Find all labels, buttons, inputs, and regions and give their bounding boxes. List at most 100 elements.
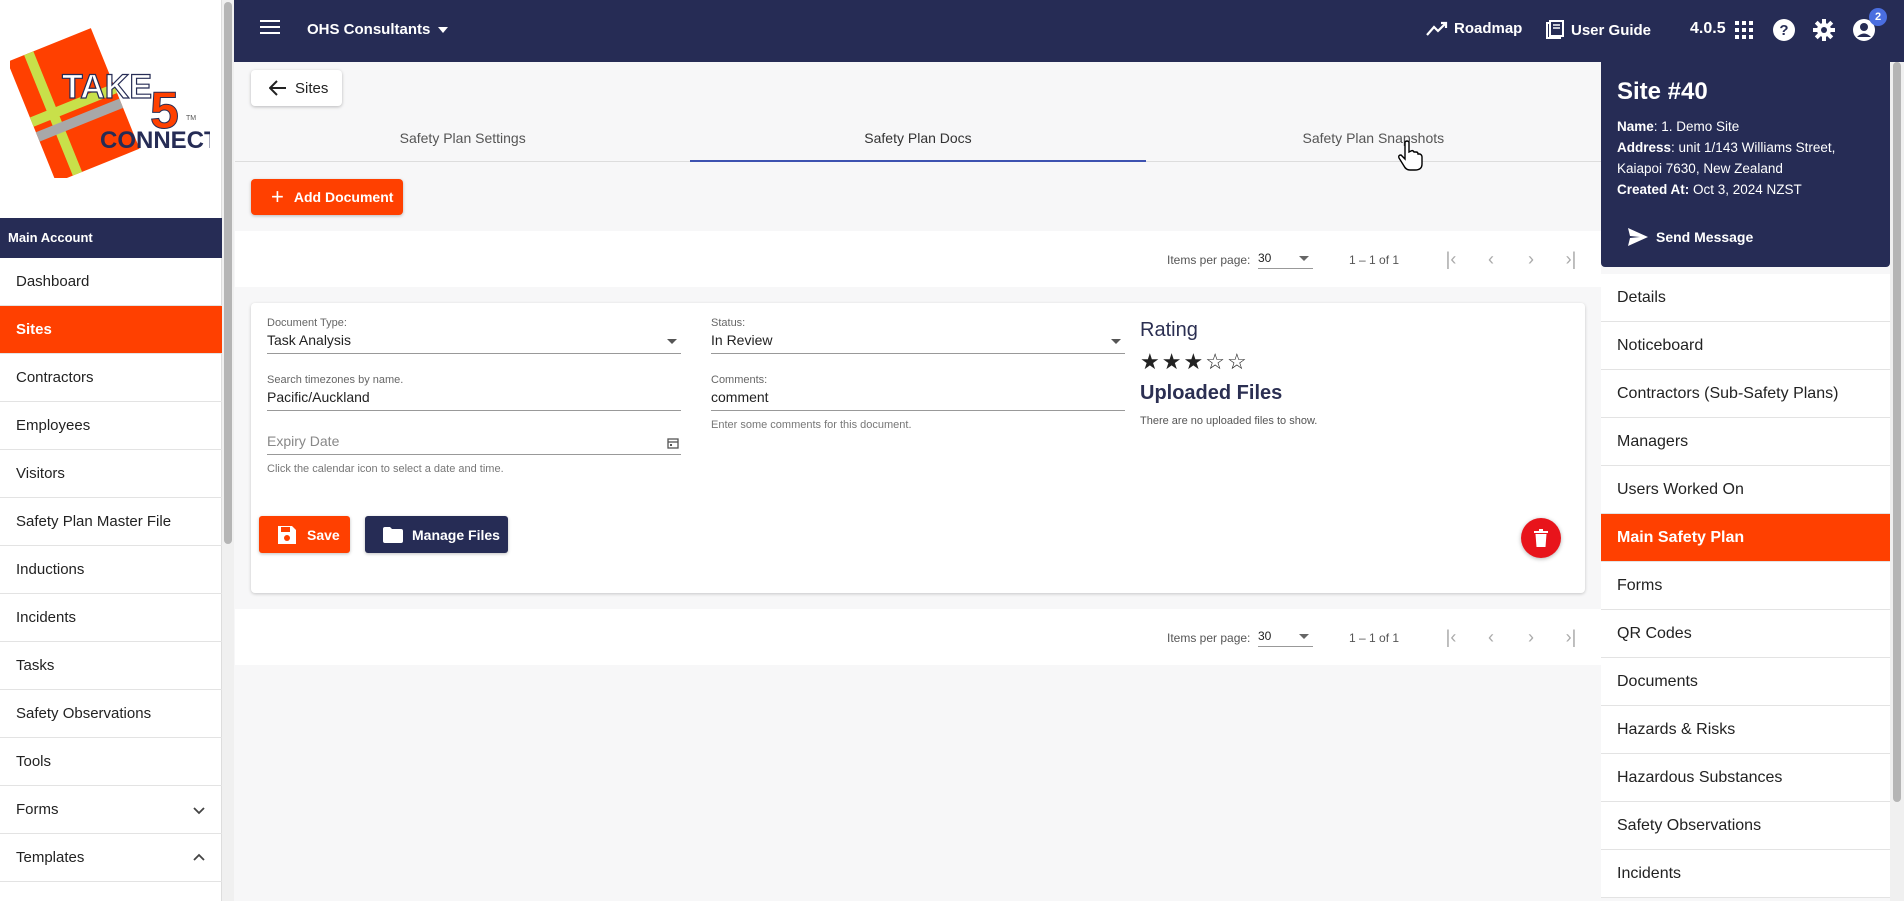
help-icon[interactable]: ?	[1772, 18, 1796, 42]
site-nav-details[interactable]: Details	[1601, 274, 1890, 322]
sidebar-item-templates[interactable]: Templates	[0, 834, 222, 882]
document-type-value: Task Analysis	[267, 332, 352, 348]
site-nav-users-worked-on[interactable]: Users Worked On	[1601, 466, 1890, 514]
star-filled-icon[interactable]: ★	[1162, 349, 1182, 375]
floppy-disk-icon	[278, 525, 296, 544]
sidebar-item-dashboard[interactable]: Dashboard	[0, 258, 222, 306]
book-icon	[1546, 20, 1564, 39]
organization-select[interactable]: OHS Consultants	[307, 21, 449, 38]
add-document-button[interactable]: + Add Document	[251, 179, 403, 215]
status-field[interactable]: Status: In Review	[711, 317, 1125, 354]
site-created-value: Oct 3, 2024 NZST	[1689, 182, 1802, 197]
sidebar-item-label: Safety Plan Master File	[16, 513, 172, 530]
items-per-page-select[interactable]: 30	[1258, 625, 1313, 647]
site-nav-incidents[interactable]: Incidents	[1601, 850, 1890, 898]
sidebar-item-employees[interactable]: Employees	[0, 402, 222, 450]
sidebar-item-visitors[interactable]: Visitors	[0, 450, 222, 498]
timezone-field[interactable]: Search timezones by name. Pacific/Auckla…	[267, 374, 681, 411]
settings-icon[interactable]	[1812, 18, 1836, 42]
star-empty-icon[interactable]: ☆	[1227, 349, 1247, 375]
site-nav-qr-codes[interactable]: QR Codes	[1601, 610, 1890, 658]
site-nav-forms[interactable]: Forms	[1601, 562, 1890, 610]
apps-grid-icon[interactable]	[1732, 18, 1756, 42]
site-nav: Details Noticeboard Contractors (Sub-Saf…	[1601, 274, 1890, 898]
delete-document-button[interactable]	[1521, 518, 1561, 558]
page-range-label: 1 – 1 of 1	[1349, 631, 1400, 645]
star-filled-icon[interactable]: ★	[1140, 349, 1160, 375]
sidebar-item-safety-plan-master-file[interactable]: Safety Plan Master File	[0, 498, 222, 546]
sidebar-item-label: Employees	[16, 417, 91, 434]
items-per-page-value: 30	[1258, 251, 1272, 265]
expiry-date-hint: Click the calendar icon to select a date…	[267, 463, 504, 475]
site-nav-label: Noticeboard	[1617, 336, 1704, 354]
site-nav-main-safety-plan[interactable]: Main Safety Plan	[1601, 514, 1890, 562]
site-nav-label: Users Worked On	[1617, 480, 1744, 498]
expiry-date-field[interactable]: Expiry Date Click the calendar icon to s…	[267, 433, 681, 475]
site-title: Site #40	[1617, 78, 1708, 105]
user-guide-link[interactable]: User Guide	[1545, 20, 1651, 40]
site-nav-label: Documents	[1617, 672, 1698, 690]
next-page-icon[interactable]: ›	[1520, 248, 1542, 270]
previous-page-icon[interactable]: ‹	[1480, 626, 1502, 648]
add-document-label: Add Document	[293, 189, 394, 205]
site-nav-hazardous-substances[interactable]: Hazardous Substances	[1601, 754, 1890, 802]
site-nav-managers[interactable]: Managers	[1601, 418, 1890, 466]
site-nav-hazards-risks[interactable]: Hazards & Risks	[1601, 706, 1890, 754]
items-per-page-label: Items per page:	[1167, 253, 1251, 267]
document-type-field[interactable]: Document Type: Task Analysis	[267, 317, 681, 354]
uploaded-files-empty: There are no uploaded files to show.	[1140, 415, 1318, 427]
site-nav-contractors[interactable]: Contractors (Sub-Safety Plans)	[1601, 370, 1890, 418]
tab-label: Safety Plan Docs	[864, 130, 972, 146]
first-page-icon[interactable]: |‹	[1440, 626, 1462, 648]
save-button[interactable]: Save	[259, 516, 350, 553]
first-page-icon[interactable]: |‹	[1440, 248, 1462, 270]
site-nav-noticeboard[interactable]: Noticeboard	[1601, 322, 1890, 370]
site-nav-documents[interactable]: Documents	[1601, 658, 1890, 706]
scrollbar-thumb[interactable]	[1893, 62, 1901, 802]
caret-down-icon	[1299, 256, 1309, 261]
notification-badge: 2	[1869, 8, 1887, 26]
comments-field[interactable]: Comments: comment Enter some comments fo…	[711, 374, 1125, 431]
tab-safety-plan-settings[interactable]: Safety Plan Settings	[235, 118, 690, 161]
site-nav-label: Safety Observations	[1617, 816, 1762, 834]
user-guide-label: User Guide	[1571, 21, 1652, 39]
sidebar-item-safety-observations[interactable]: Safety Observations	[0, 690, 222, 738]
back-button-label: Sites	[295, 79, 329, 97]
back-to-sites-button[interactable]: Sites	[251, 70, 342, 106]
sidebar-item-forms[interactable]: Forms	[0, 786, 222, 834]
site-details: Name: 1. Demo Site Address: unit 1/143 W…	[1617, 116, 1874, 200]
next-page-icon[interactable]: ›	[1520, 626, 1542, 648]
tab-safety-plan-snapshots[interactable]: Safety Plan Snapshots	[1146, 118, 1601, 161]
last-page-icon[interactable]: ›|	[1560, 248, 1582, 270]
sidebar-item-tasks[interactable]: Tasks	[0, 642, 222, 690]
sidebar-scrollbar[interactable]	[222, 0, 234, 901]
star-filled-icon[interactable]: ★	[1183, 349, 1203, 375]
site-created-label: Created At:	[1617, 182, 1690, 197]
manage-files-button[interactable]: Manage Files	[365, 516, 508, 553]
rating-stars[interactable]: ★ ★ ★ ☆ ☆	[1140, 349, 1247, 375]
site-nav-safety-observations[interactable]: Safety Observations	[1601, 802, 1890, 850]
sidebar-item-contractors[interactable]: Contractors	[0, 354, 222, 402]
send-message-button[interactable]: Send Message	[1628, 228, 1753, 246]
send-message-label: Send Message	[1656, 229, 1754, 245]
items-per-page-select[interactable]: 30	[1258, 247, 1313, 269]
sidebar-item-sites[interactable]: Sites	[0, 306, 222, 354]
calendar-icon[interactable]	[667, 437, 679, 449]
sidebar-item-incidents[interactable]: Incidents	[0, 594, 222, 642]
roadmap-link[interactable]: Roadmap	[1426, 20, 1522, 37]
last-page-icon[interactable]: ›|	[1560, 626, 1582, 648]
sidebar-item-label: Incidents	[16, 609, 77, 626]
menu-icon[interactable]	[260, 20, 280, 40]
tab-safety-plan-docs[interactable]: Safety Plan Docs	[690, 118, 1146, 162]
right-scrollbar[interactable]	[1890, 62, 1904, 901]
site-nav-label: Managers	[1617, 432, 1689, 450]
tab-label: Safety Plan Settings	[399, 130, 526, 146]
previous-page-icon[interactable]: ‹	[1480, 248, 1502, 270]
star-empty-icon[interactable]: ☆	[1205, 349, 1225, 375]
sidebar-item-inductions[interactable]: Inductions	[0, 546, 222, 594]
site-info-panel: Site #40 Name: 1. Demo Site Address: uni…	[1601, 62, 1890, 267]
sidebar-item-tools[interactable]: Tools	[0, 738, 222, 786]
scrollbar-thumb[interactable]	[224, 2, 232, 544]
roadmap-label: Roadmap	[1454, 20, 1523, 37]
sidebar-item-label: Inductions	[16, 561, 85, 578]
